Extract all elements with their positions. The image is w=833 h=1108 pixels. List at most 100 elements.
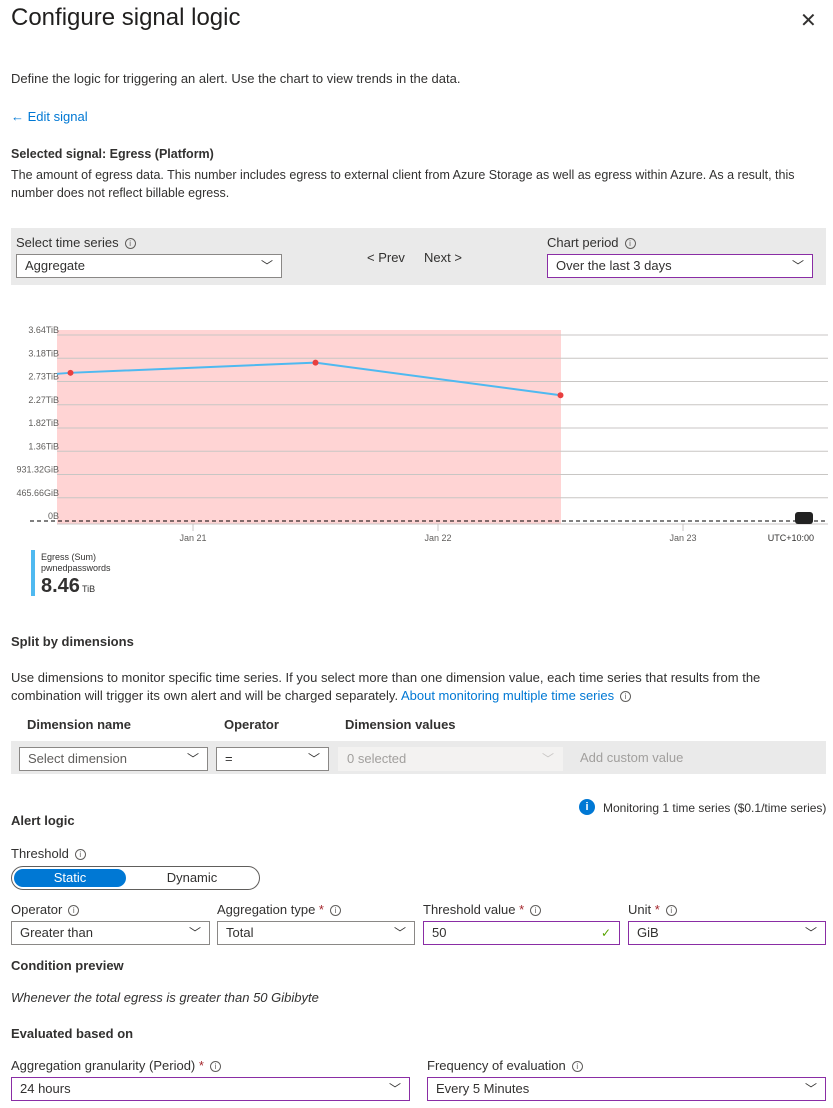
info-icon[interactable]: i (209, 1061, 221, 1073)
unit-label: Unit (628, 902, 652, 917)
split-description: Use dimensions to monitor specific time … (11, 670, 761, 703)
y-tick-label: 2.27TiB (28, 395, 59, 405)
aggregation-type-label: Aggregation type (217, 902, 316, 917)
required-marker: * (198, 1058, 204, 1073)
required-marker: * (654, 902, 660, 917)
info-icon[interactable]: i (665, 905, 677, 917)
legend-resource: pwnedpasswords (41, 563, 111, 573)
page-description: Define the logic for triggering an alert… (11, 71, 461, 86)
chart-period-select[interactable]: Over the last 3 days ﹀ (547, 254, 813, 278)
info-icon[interactable]: i (68, 905, 80, 917)
threshold-value-label: Threshold value (423, 902, 516, 917)
y-tick-label: 0B (48, 511, 59, 521)
threshold-label: Threshold (11, 846, 69, 861)
operator-header: Operator (224, 717, 279, 732)
checkmark-icon: ✓ (600, 926, 611, 940)
x-tick-label: Jan 23 (669, 533, 696, 543)
close-icon[interactable]: ✕ (800, 8, 817, 33)
static-option[interactable]: Static (14, 869, 126, 887)
threshold-value: 50 (432, 925, 447, 940)
operator-label: Operator (11, 902, 63, 917)
signal-heading: Selected signal: Egress (Platform) (11, 147, 214, 161)
threshold-value-input[interactable]: 50 ✓ (423, 921, 620, 945)
granularity-label: Aggregation granularity (Period) (11, 1058, 196, 1073)
info-icon[interactable]: i (624, 238, 636, 250)
y-tick-label: 1.36TiB (28, 441, 59, 451)
legend-unit: TiB (81, 584, 96, 594)
chevron-down-icon: ﹀ (541, 752, 554, 766)
x-tick-label: Jan 22 (424, 533, 451, 543)
y-tick-label: 3.18TiB (28, 348, 59, 358)
data-point (67, 369, 74, 376)
dimension-values-select[interactable]: 0 selected ﹀ (338, 747, 563, 771)
chevron-down-icon: ﹀ (393, 926, 406, 940)
monitoring-note: Monitoring 1 time series ($0.1/time seri… (603, 801, 827, 815)
split-heading: Split by dimensions (11, 634, 134, 649)
egress-chart: 3.64TiB 3.18TiB 2.73TiB 2.27TiB 1.82TiB 1.36T… (16, 325, 828, 543)
info-icon[interactable]: i (530, 905, 542, 917)
condition-preview-text: Whenever the total egress is greater tha… (11, 990, 319, 1005)
aggregation-value: Total (226, 925, 254, 940)
chevron-down-icon: ﹀ (791, 259, 804, 273)
info-icon[interactable]: i (329, 905, 341, 917)
next-button[interactable]: Next > (424, 250, 462, 265)
dimension-name-select[interactable]: Select dimension ﹀ (19, 747, 208, 771)
timezone-label: UTC+10:00 (768, 533, 814, 543)
values-placeholder: 0 selected (347, 751, 407, 766)
page-title: Configure signal logic (11, 4, 241, 31)
signal-description: The amount of egress data. This number i… (11, 168, 795, 200)
condition-preview-heading: Condition preview (11, 958, 124, 973)
multiple-time-series-link[interactable]: About monitoring multiple time series (401, 688, 614, 703)
chevron-down-icon: ﹀ (260, 259, 273, 273)
required-marker: * (519, 902, 525, 917)
chevron-down-icon: ﹀ (307, 752, 320, 766)
chevron-down-icon: ﹀ (388, 1082, 401, 1096)
frequency-value: Every 5 Minutes (436, 1081, 530, 1096)
time-series-label: Select time series (16, 235, 119, 250)
chart-period-value: Over the last 3 days (556, 258, 672, 273)
info-icon[interactable]: i (124, 238, 136, 250)
legend-value: 8.46 (41, 575, 80, 597)
chevron-down-icon: ﹀ (804, 1082, 817, 1096)
dimension-placeholder: Select dimension (28, 751, 127, 766)
frequency-label: Frequency of evaluation (427, 1058, 566, 1073)
dimension-values-header: Dimension values (345, 717, 456, 732)
evaluated-heading: Evaluated based on (11, 1026, 134, 1041)
threshold-handle (795, 512, 813, 524)
operator-select[interactable]: Greater than ﹀ (11, 921, 210, 945)
y-tick-label: 1.82TiB (28, 418, 59, 428)
data-point (312, 359, 319, 366)
legend-metric: Egress (Sum) (41, 552, 97, 562)
operator-value: = (225, 751, 233, 766)
dynamic-option[interactable]: Dynamic (132, 869, 252, 887)
legend-color-bar (31, 550, 35, 596)
chevron-down-icon: ﹀ (804, 926, 817, 940)
y-tick-label: 3.64TiB (28, 325, 59, 335)
granularity-value: 24 hours (20, 1081, 71, 1096)
y-tick-label: 931.32GiB (16, 465, 59, 475)
y-tick-label: 465.66GiB (16, 488, 59, 498)
dimension-name-header: Dimension name (27, 717, 132, 732)
x-tick-label: Jan 21 (179, 533, 206, 543)
operator-value: Greater than (20, 925, 93, 940)
info-icon[interactable]: i (620, 691, 632, 703)
prev-button[interactable]: < Prev (367, 250, 405, 265)
data-point (557, 392, 564, 399)
time-series-select[interactable]: Aggregate ﹀ (16, 254, 282, 278)
aggregation-type-select[interactable]: Total ﹀ (217, 921, 415, 945)
info-icon[interactable]: i (571, 1061, 583, 1073)
alert-logic-heading: Alert logic (11, 813, 75, 828)
edit-signal-link[interactable]: ← Edit signal (11, 109, 88, 124)
time-series-value: Aggregate (25, 258, 85, 273)
custom-value-input[interactable]: Add custom value (580, 750, 683, 765)
chart-period-label: Chart period (547, 235, 619, 250)
unit-value: GiB (637, 925, 659, 940)
frequency-select[interactable]: Every 5 Minutes ﹀ (427, 1077, 826, 1101)
unit-select[interactable]: GiB ﹀ (628, 921, 826, 945)
y-tick-label: 2.73TiB (28, 372, 59, 382)
required-marker: * (318, 902, 324, 917)
granularity-select[interactable]: 24 hours ﹀ (11, 1077, 410, 1101)
dimension-operator-select[interactable]: = ﹀ (216, 747, 329, 771)
info-icon[interactable]: i (74, 849, 86, 861)
chevron-down-icon: ﹀ (188, 926, 201, 940)
